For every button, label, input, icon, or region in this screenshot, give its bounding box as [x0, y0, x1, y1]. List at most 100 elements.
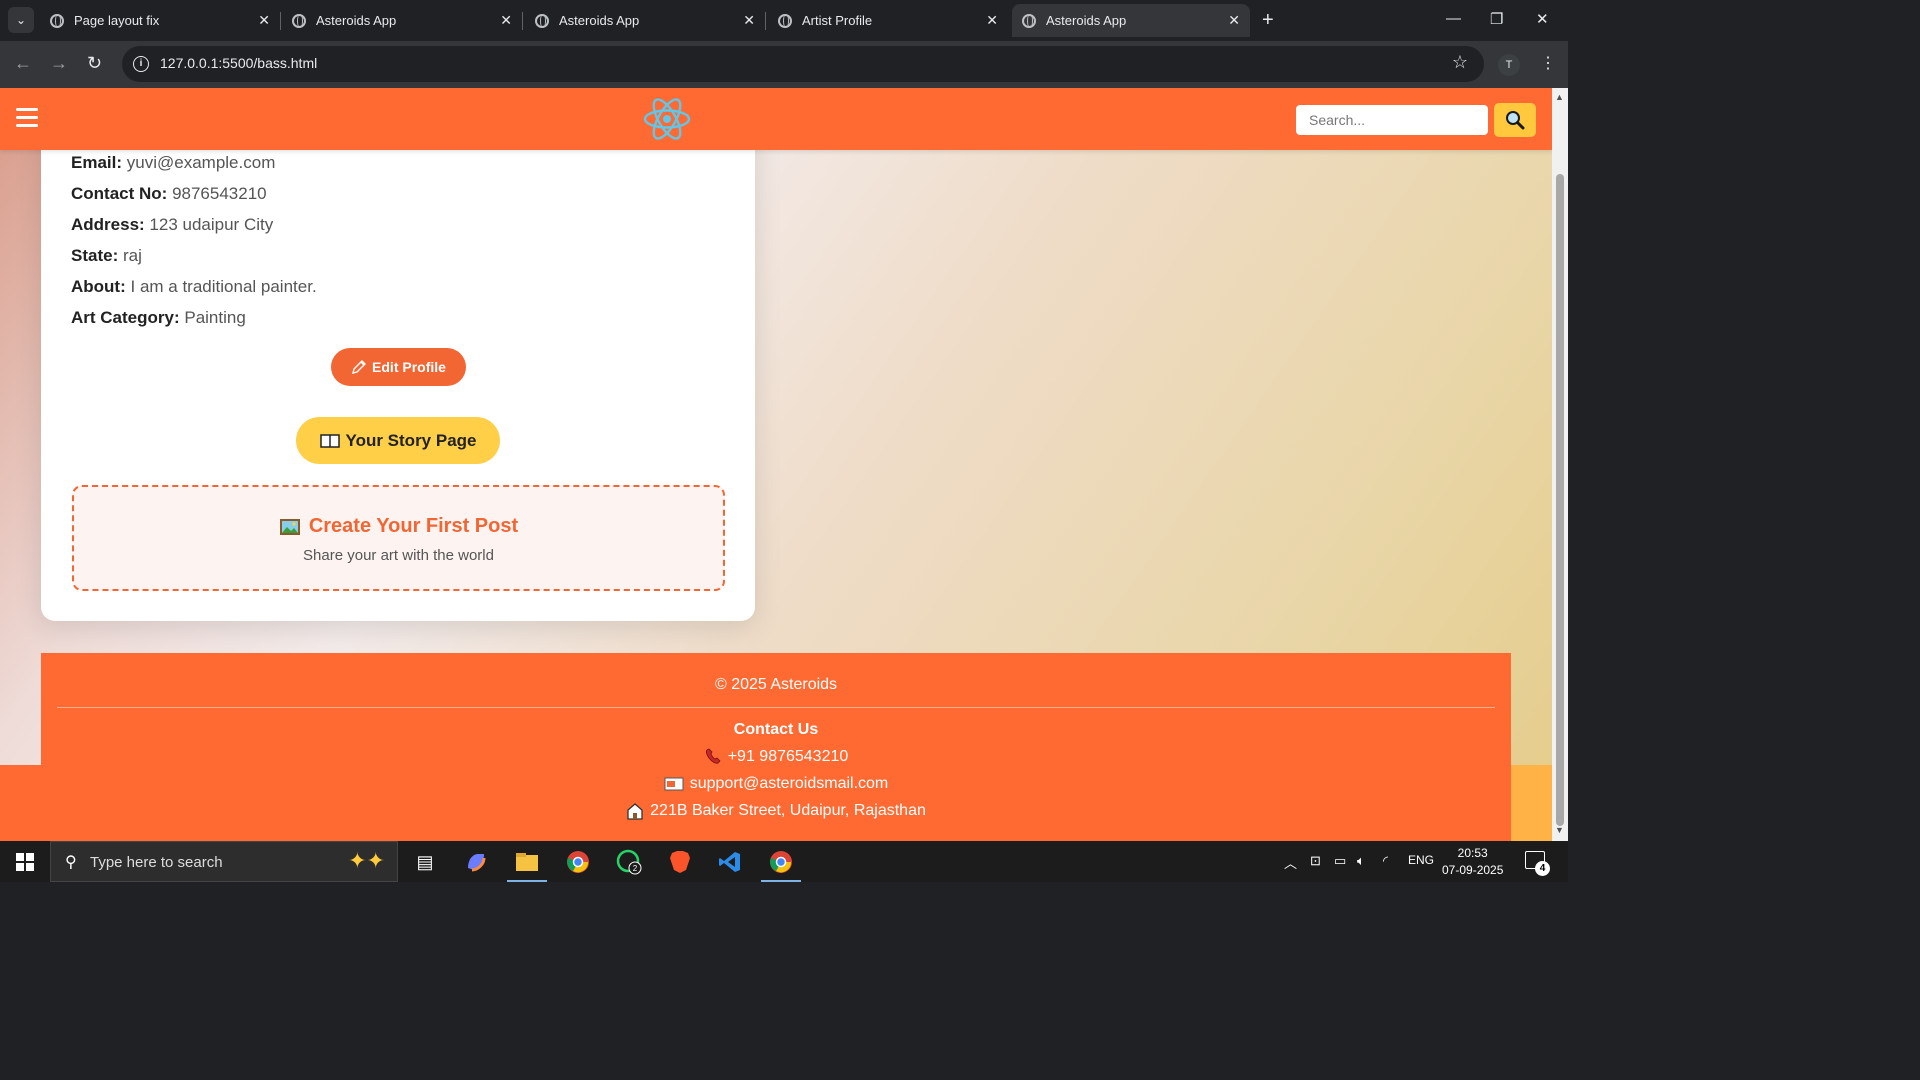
tab-title: Page layout fix: [74, 13, 160, 28]
close-icon[interactable]: ✕: [500, 12, 512, 29]
footer-email-text[interactable]: support@asteroidsmail.com: [690, 775, 889, 793]
tab-title: Asteroids App: [1046, 13, 1127, 28]
scroll-down-arrow-icon[interactable]: ▼: [1555, 825, 1564, 835]
tab-title: Asteroids App: [559, 13, 640, 28]
whatsapp-badge: 2: [633, 864, 638, 873]
close-icon[interactable]: ✕: [258, 12, 270, 29]
taskbar-search-placeholder: Type here to search: [90, 854, 223, 871]
bookmark-star-icon[interactable]: ☆: [1452, 52, 1468, 73]
book-icon: [319, 433, 340, 448]
close-icon[interactable]: ✕: [743, 12, 755, 29]
hamburger-menu-icon[interactable]: [16, 108, 38, 128]
task-view-icon[interactable]: ▤: [410, 847, 440, 877]
footer-copyright: © 2025 Asteroids: [714, 676, 838, 693]
menu-kebab-icon[interactable]: ⋮: [1540, 53, 1556, 73]
page-scrollbar[interactable]: ▲ ▼: [1552, 88, 1568, 841]
profile-field-about: About: I am a traditional painter.: [71, 277, 317, 297]
globe-icon: [50, 13, 64, 28]
field-label: Art Category:: [71, 308, 180, 327]
page-viewport: Email: yuvi@example.com Contact No: 9876…: [0, 88, 1552, 841]
forward-arrow-icon[interactable]: →: [50, 53, 68, 74]
url-text[interactable]: 127.0.0.1:5500/bass.html: [160, 55, 317, 71]
tab-asteroids-app-2[interactable]: Asteroids App ✕: [525, 4, 766, 37]
taskbar-search-box[interactable]: ⚲ Type here to search ✦✦: [50, 841, 398, 882]
close-icon[interactable]: ✕: [986, 12, 998, 29]
footer-address: 221B Baker Street, Udaipur, Rajasthan: [41, 802, 1511, 820]
search-button[interactable]: [1494, 103, 1536, 137]
windows-taskbar: ⚲ Type here to search ✦✦ ▤ 2 ︿ ⊡ ▭ 🔈︎ ◜ …: [0, 841, 1568, 882]
pencil-icon: [352, 360, 367, 374]
your-story-page-label: Your Story Page: [345, 430, 477, 450]
taskbar-clock[interactable]: 20:53 07-09-2025: [1442, 845, 1503, 879]
file-explorer-icon[interactable]: [507, 847, 547, 882]
tab-title: Artist Profile: [802, 13, 873, 28]
scrollbar-thumb[interactable]: [1556, 174, 1564, 826]
tab-search-button[interactable]: ⌄: [8, 7, 34, 33]
restore-icon[interactable]: ❐: [1490, 10, 1503, 28]
profile-field-email: Email: yuvi@example.com: [71, 153, 275, 173]
tray-chevron-up-icon[interactable]: ︿: [1284, 853, 1297, 872]
edit-profile-button[interactable]: Edit Profile: [331, 348, 466, 386]
create-first-post-subtitle: Share your art with the world: [303, 547, 494, 564]
search-input[interactable]: [1296, 105, 1488, 135]
site-info-icon[interactable]: i: [133, 56, 149, 72]
tab-artist-profile[interactable]: Artist Profile ✕: [768, 4, 1008, 37]
minimize-icon[interactable]: —: [1446, 10, 1461, 27]
chrome-icon[interactable]: [563, 847, 593, 877]
tab-separator: [280, 12, 281, 30]
profile-card: Email: yuvi@example.com Contact No: 9876…: [41, 108, 755, 621]
tab-separator: [765, 12, 766, 30]
copilot-sparkle-icon[interactable]: ✦✦: [348, 848, 385, 874]
react-logo-icon[interactable]: [642, 96, 692, 142]
tab-asteroids-app-active[interactable]: Asteroids App ✕: [1012, 4, 1250, 37]
tab-asteroids-app-1[interactable]: Asteroids App ✕: [282, 4, 523, 37]
copilot-app-icon[interactable]: [461, 847, 491, 877]
magnifier-icon: [1506, 111, 1525, 130]
profile-field-state: State: raj: [71, 246, 142, 266]
vscode-icon[interactable]: [715, 847, 745, 877]
tab-separator: [522, 12, 523, 30]
new-tab-button[interactable]: +: [1262, 10, 1274, 30]
volume-icon[interactable]: 🔈︎: [1357, 853, 1365, 869]
edit-profile-label: Edit Profile: [372, 359, 446, 375]
globe-icon: [1022, 13, 1036, 28]
field-label: About:: [71, 277, 126, 296]
field-value: 123 udaipur City: [149, 215, 274, 234]
tab-page-layout-fix[interactable]: Page layout fix ✕: [40, 4, 281, 37]
house-icon: [627, 803, 643, 820]
brave-icon[interactable]: [665, 847, 695, 877]
email-envelope-icon: [664, 777, 684, 791]
profile-field-contact: Contact No: 9876543210: [71, 184, 267, 204]
field-value: I am a traditional painter.: [130, 277, 317, 296]
create-first-post-box[interactable]: Create Your First Post Share your art wi…: [72, 485, 725, 591]
field-value: 9876543210: [172, 184, 267, 203]
search-icon: ⚲: [65, 854, 77, 871]
field-value: yuvi@example.com: [126, 153, 276, 172]
close-icon[interactable]: ✕: [1228, 12, 1240, 29]
address-bar[interactable]: i 127.0.0.1:5500/bass.html ☆: [122, 46, 1484, 82]
profile-avatar[interactable]: T: [1498, 54, 1520, 76]
clock-date: 07-09-2025: [1442, 863, 1504, 877]
reload-icon[interactable]: ↻: [87, 53, 102, 74]
wifi-icon[interactable]: ◜: [1383, 853, 1388, 869]
footer-phone-text[interactable]: +91 9876543210: [728, 748, 849, 766]
language-indicator[interactable]: ENG: [1408, 853, 1434, 867]
back-arrow-icon[interactable]: ←: [14, 53, 32, 74]
windows-start-icon[interactable]: [16, 853, 34, 871]
field-label: State:: [71, 246, 119, 265]
tray-meet-icon[interactable]: ⊡: [1310, 853, 1321, 869]
whatsapp-icon[interactable]: 2: [614, 847, 644, 877]
contact-us-heading: Contact Us: [733, 721, 819, 738]
battery-icon[interactable]: ▭: [1334, 853, 1346, 869]
chrome-active-icon[interactable]: [761, 847, 801, 882]
your-story-page-button[interactable]: Your Story Page: [296, 417, 500, 464]
close-window-icon[interactable]: ✕: [1536, 10, 1549, 28]
page-footer: © 2025 Asteroids Contact Us +91 98765432…: [41, 653, 1511, 841]
profile-field-address: Address: 123 udaipur City: [71, 215, 273, 235]
field-label: Address:: [71, 215, 145, 234]
footer-address-text: 221B Baker Street, Udaipur, Rajasthan: [650, 802, 926, 819]
field-label: Contact No:: [71, 184, 168, 203]
scroll-up-arrow-icon[interactable]: ▲: [1555, 92, 1564, 102]
profile-field-art-category: Art Category: Painting: [71, 308, 246, 328]
footer-phone: +91 9876543210: [41, 748, 1511, 766]
